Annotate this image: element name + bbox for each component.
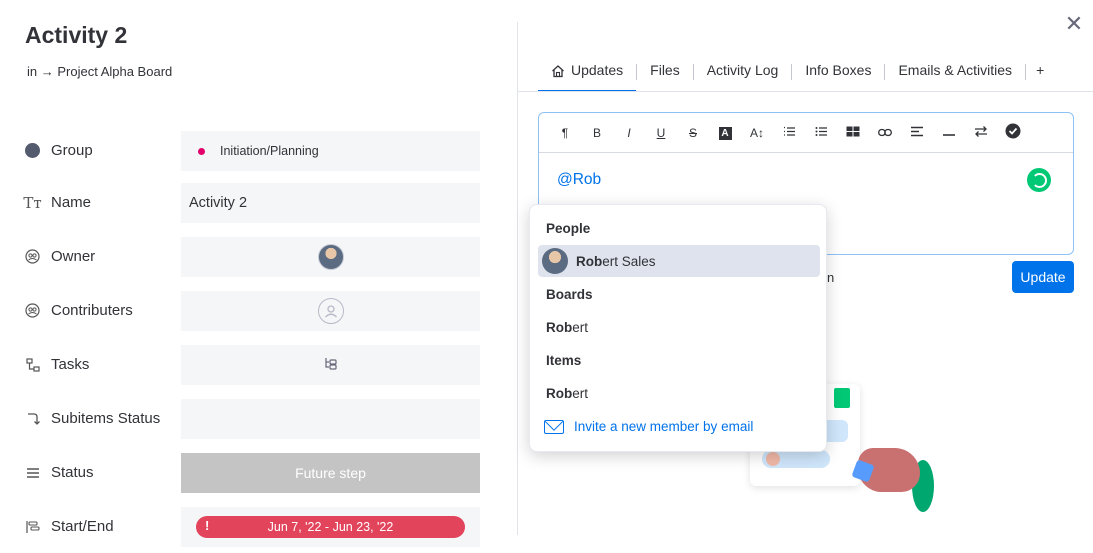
strikethrough-icon[interactable]: S	[677, 126, 709, 140]
tabs-underline	[518, 91, 1093, 92]
person-avatar	[542, 248, 568, 274]
field-label-status: Status	[51, 464, 94, 481]
group-color-dot	[198, 147, 205, 155]
align-left-icon[interactable]	[901, 126, 933, 140]
add-tab-button[interactable]: +	[1026, 58, 1052, 92]
subtasks-icon	[24, 356, 41, 373]
subitems-icon[interactable]	[324, 357, 338, 374]
text-direction-icon[interactable]	[965, 125, 997, 140]
mention-option-board[interactable]: Rob ert	[538, 311, 820, 343]
tab-updates[interactable]: Updates	[538, 58, 637, 92]
owner-cell[interactable]	[181, 237, 480, 277]
status-lines-icon	[24, 464, 41, 481]
field-row-name: Tт Name Activity 2	[0, 183, 517, 223]
tabs-bar: Updates Files Activity Log Info Boxes Em…	[538, 58, 1052, 92]
update-button[interactable]: Update	[1012, 261, 1074, 293]
text-type-icon: Tт	[23, 193, 42, 212]
paragraph-icon[interactable]: ¶	[549, 126, 581, 140]
underline-icon[interactable]: U	[645, 126, 677, 140]
home-icon	[551, 62, 565, 90]
group-value: Initiation/Planning	[220, 144, 319, 158]
owner-avatar[interactable]	[317, 244, 344, 270]
field-label-tasks: Tasks	[51, 356, 90, 373]
field-label-group: Group	[51, 142, 93, 159]
numbered-list-icon[interactable]	[773, 126, 805, 140]
tasks-cell[interactable]	[181, 345, 480, 385]
people-icon	[24, 302, 41, 319]
text-color-icon[interactable]: A	[709, 125, 741, 140]
item-details-panel: Activity 2 in → Project Alpha Board Grou…	[0, 0, 517, 553]
field-label-subitems-status: Subitems Status	[51, 410, 161, 427]
timeline-value: Jun 7, '22 - Jun 23, '22	[267, 520, 394, 534]
tab-files[interactable]: Files	[637, 58, 693, 92]
group-dot-icon	[24, 142, 41, 159]
field-label-contributers: Contributers	[51, 302, 133, 319]
subitem-arrow-icon	[24, 410, 41, 427]
breadcrumb[interactable]: in → Project Alpha Board	[27, 64, 172, 79]
mention-option-person[interactable]: Rob ert Sales	[538, 245, 820, 277]
field-row-owner: Owner	[0, 237, 517, 277]
field-row-group: Group Initiation/Planning	[0, 131, 517, 171]
start-end-cell[interactable]: ! Jun 7, '22 - Jun 23, '22	[181, 507, 480, 547]
name-value: Activity 2	[189, 195, 248, 211]
contributers-cell[interactable]	[181, 291, 480, 331]
mention-option-item[interactable]: Rob ert	[538, 377, 820, 409]
italic-icon[interactable]: I	[613, 126, 645, 140]
panel-divider	[517, 22, 518, 535]
timeline-pill[interactable]: ! Jun 7, '22 - Jun 23, '22	[196, 516, 465, 538]
group-cell[interactable]: Initiation/Planning	[181, 131, 480, 171]
field-row-tasks: Tasks	[0, 345, 517, 385]
link-icon[interactable]	[869, 126, 901, 140]
spreadsheet-icon	[834, 388, 850, 408]
item-title[interactable]: Activity 2	[25, 22, 127, 49]
dropdown-header-items: Items	[546, 353, 582, 368]
font-size-icon[interactable]: A↕	[741, 126, 773, 140]
field-row-status: Status Future step	[0, 453, 517, 493]
envelope-icon	[544, 419, 564, 434]
field-label-start-end: Start/End	[51, 518, 114, 535]
editor-toolbar: ¶ B I U S A A↕	[539, 113, 1073, 153]
empty-avatar-icon[interactable]	[317, 298, 344, 324]
alert-icon: !	[205, 518, 210, 533]
timeline-icon	[24, 518, 41, 535]
editor-hint-text: n	[827, 270, 835, 285]
field-row-start-end: Start/End ! Jun 7, '22 - Jun 23, '22	[0, 507, 517, 547]
people-icon	[24, 248, 41, 265]
name-cell[interactable]: Activity 2	[181, 183, 480, 223]
dropdown-header-boards: Boards	[546, 287, 593, 302]
field-label-owner: Owner	[51, 248, 96, 265]
tab-activity-log[interactable]: Activity Log	[694, 58, 792, 92]
status-cell[interactable]: Future step	[181, 453, 480, 493]
avatar-icon	[766, 452, 780, 466]
dropdown-header-people: People	[546, 221, 591, 236]
close-icon[interactable]: ✕	[1064, 13, 1084, 35]
checklist-icon[interactable]	[997, 123, 1029, 142]
field-row-subitems-status: Subitems Status	[0, 399, 517, 439]
tab-info-boxes[interactable]: Info Boxes	[792, 58, 884, 92]
field-label-name: Name	[51, 194, 92, 211]
field-row-contributers: Contributers	[0, 291, 517, 331]
editor-text: @Rob	[557, 171, 602, 188]
divider-icon[interactable]	[933, 126, 965, 140]
tab-emails-activities[interactable]: Emails & Activities	[885, 58, 1025, 92]
status-value: Future step	[295, 465, 366, 481]
loading-spinner-icon	[1027, 168, 1051, 192]
table-icon[interactable]	[837, 126, 869, 140]
bold-icon[interactable]: B	[581, 126, 613, 140]
mention-dropdown: People Rob ert Sales Boards Rob ert Items …	[529, 204, 827, 452]
invite-member-link[interactable]: Invite a new member by email	[544, 419, 753, 434]
bulleted-list-icon[interactable]	[805, 126, 837, 140]
subitems-status-cell[interactable]	[181, 399, 480, 439]
